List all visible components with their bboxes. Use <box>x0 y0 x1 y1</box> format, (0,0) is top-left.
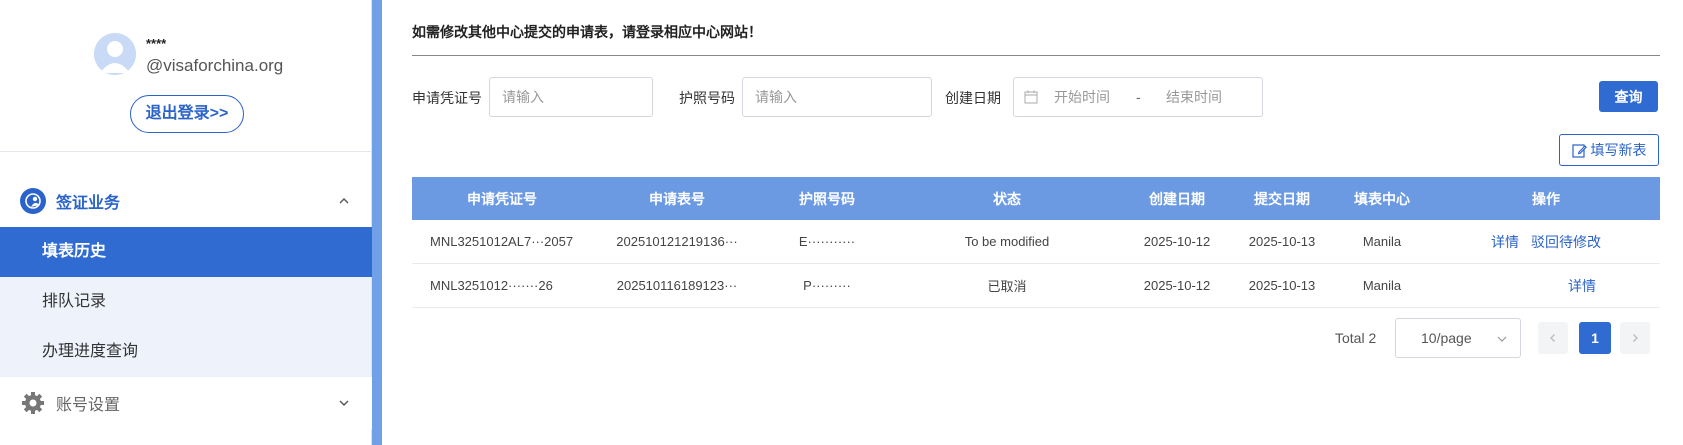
sidebar-item-queue-records[interactable]: 排队记录 <box>0 277 372 327</box>
query-button[interactable]: 查询 <box>1599 81 1658 112</box>
notice-text: 如需修改其他中心提交的申请表，请登录相应中心网站！ <box>412 24 762 40</box>
cell-center: Manila <box>1362 234 1402 249</box>
gear-icon <box>20 390 46 416</box>
chevron-down-icon <box>339 400 349 406</box>
calendar-icon <box>1024 90 1038 104</box>
history-table: 申请凭证号 申请表号 护照号码 状态 创建日期 提交日期 填表中心 操作 MNL… <box>412 177 1660 308</box>
chevron-right-icon <box>1633 334 1638 342</box>
logout-button[interactable]: 退出登录>> <box>130 95 244 133</box>
date-range-picker[interactable]: 开始时间 - 结束时间 <box>1013 77 1263 117</box>
date-separator: - <box>1136 89 1141 105</box>
menu-group-account[interactable]: 账号设置 <box>0 377 372 429</box>
table-row: MNL3251012AL7···2057 202510121219136··· … <box>412 220 1660 264</box>
sidebar-item-form-history[interactable]: 填表历史 <box>0 227 372 277</box>
col-form-no: 申请表号 <box>649 190 705 207</box>
new-form-button[interactable]: 填写新表 <box>1559 134 1659 166</box>
col-center: 填表中心 <box>1354 190 1410 207</box>
menu-group-label: 签证业务 <box>56 195 121 212</box>
cell-passport: P········· <box>803 278 851 293</box>
divider <box>412 55 1660 56</box>
total-count: Total 2 <box>1335 330 1377 346</box>
user-name: **** <box>146 36 167 51</box>
passport-label: 护照号码 <box>679 90 735 106</box>
sidebar-divider <box>372 0 382 445</box>
details-link[interactable]: 详情 <box>1568 276 1596 296</box>
menu-group-label: 账号设置 <box>56 397 121 414</box>
date-label: 创建日期 <box>945 90 1001 106</box>
cell-actions: 详情 驳回待修改 <box>1432 220 1660 263</box>
app-no-label: 申请凭证号 <box>412 90 482 106</box>
table-row: MNL3251012·······26 202510116189123··· P… <box>412 264 1660 308</box>
col-app-no: 申请凭证号 <box>467 190 537 207</box>
page-size-value: 10/page <box>1421 330 1472 346</box>
col-actions: 操作 <box>1532 190 1560 207</box>
col-status: 状态 <box>993 190 1021 207</box>
cell-status: To be modified <box>964 234 1050 249</box>
sidebar-menu: 签证业务 填表历史 排队记录 办理进度查询 账号设置 <box>0 175 372 429</box>
cell-created: 2025-10-12 <box>1143 234 1211 249</box>
table-header: 申请凭证号 申请表号 护照号码 状态 创建日期 提交日期 填表中心 操作 <box>412 177 1660 220</box>
passport-input[interactable]: 请输入 <box>742 77 932 117</box>
prev-page-button[interactable] <box>1538 322 1568 354</box>
start-date-input[interactable]: 开始时间 <box>1054 78 1110 116</box>
chevron-up-icon <box>339 198 349 204</box>
col-passport: 护照号码 <box>799 190 855 207</box>
app-no-input[interactable]: 请输入 <box>489 77 653 117</box>
cell-app-no: MNL3251012·······26 <box>430 278 553 293</box>
details-link[interactable]: 详情 <box>1491 232 1519 252</box>
user-avatar-icon <box>94 33 136 75</box>
cell-form-no: 202510116189123··· <box>616 278 738 293</box>
cell-created: 2025-10-12 <box>1143 278 1211 293</box>
menu-group-visa[interactable]: 签证业务 <box>0 175 372 227</box>
main-panel: 如需修改其他中心提交的申请表，请登录相应中心网站！ 申请凭证号 请输入 护照号码… <box>382 0 1683 445</box>
page-size-select[interactable]: 10/page <box>1395 318 1521 358</box>
chevron-down-icon <box>1497 336 1507 342</box>
next-page-button[interactable] <box>1620 322 1650 354</box>
page-number-current[interactable]: 1 <box>1579 322 1611 354</box>
globe-person-icon <box>20 188 46 214</box>
cell-actions: 详情 <box>1432 264 1660 307</box>
cell-center: Manila <box>1362 278 1402 293</box>
cell-submitted: 2025-10-13 <box>1248 234 1316 249</box>
new-form-label: 填写新表 <box>1590 142 1647 158</box>
user-email: @visaforchina.org <box>146 56 284 75</box>
avatar <box>94 33 136 75</box>
sidebar: **** @visaforchina.org 退出登录>> 签证业务 填表历史 … <box>0 0 372 445</box>
cell-form-no: 202510121219136··· <box>616 234 738 249</box>
cell-submitted: 2025-10-13 <box>1248 278 1316 293</box>
chevron-left-icon <box>1550 334 1555 342</box>
sidebar-item-progress-query[interactable]: 办理进度查询 <box>0 327 372 377</box>
end-date-input[interactable]: 结束时间 <box>1166 78 1222 116</box>
rejected-modify-link[interactable]: 驳回待修改 <box>1531 232 1601 252</box>
edit-icon <box>1571 143 1587 158</box>
col-created: 创建日期 <box>1149 190 1205 207</box>
cell-app-no: MNL3251012AL7···2057 <box>430 234 574 249</box>
cell-passport: E··········· <box>798 234 856 249</box>
col-submitted: 提交日期 <box>1254 190 1310 207</box>
cell-status: 已取消 <box>987 279 1027 294</box>
user-panel: **** @visaforchina.org 退出登录>> <box>0 0 371 152</box>
